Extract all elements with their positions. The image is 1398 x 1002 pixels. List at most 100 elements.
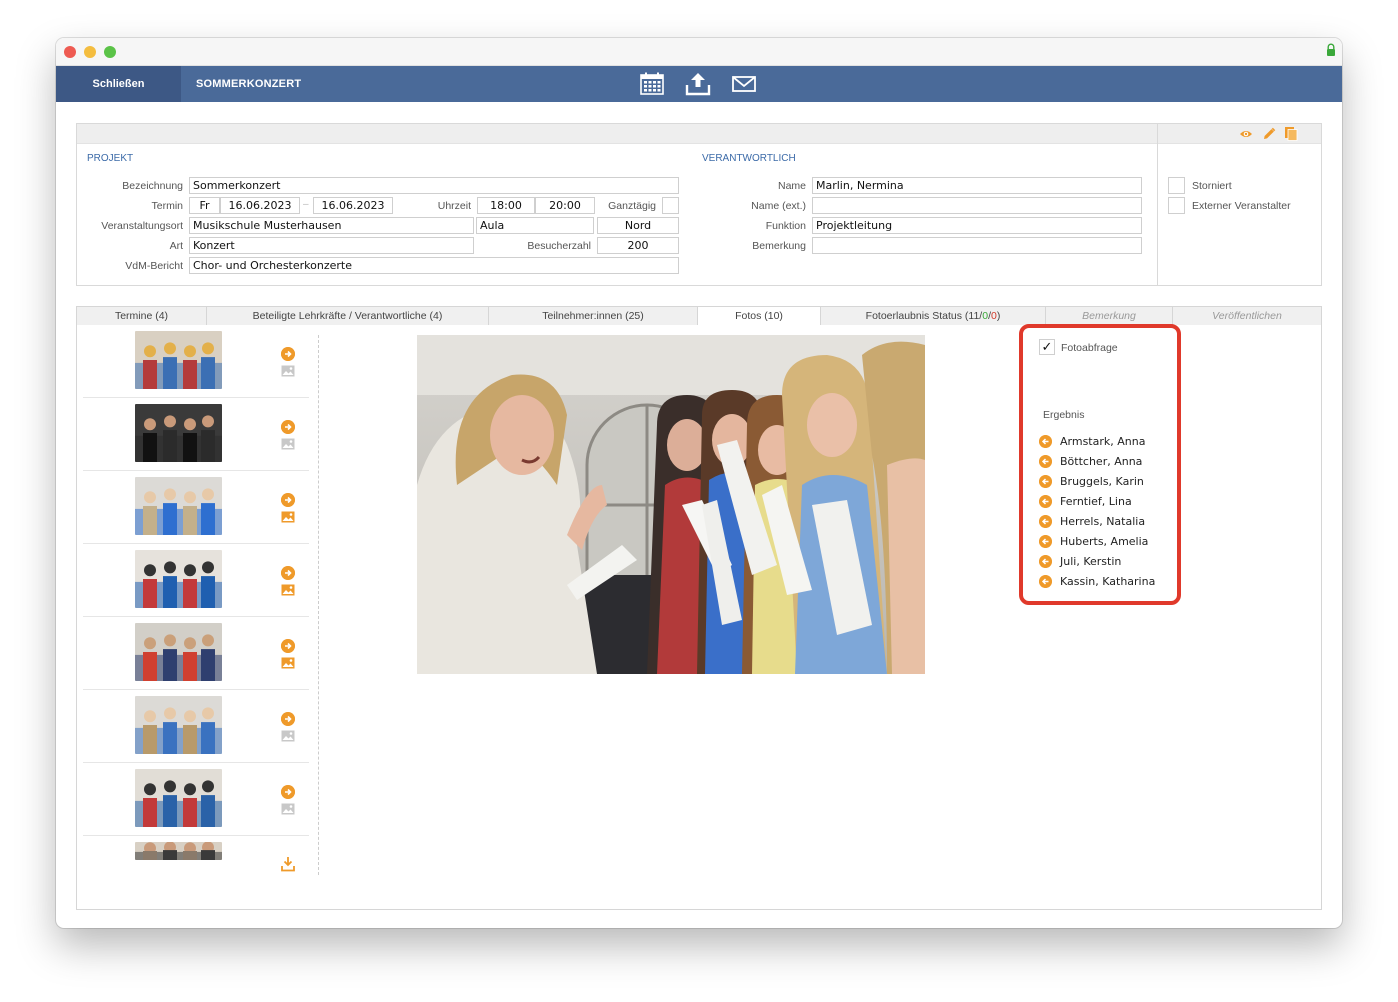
tab-bemerkung[interactable]: Bemerkung bbox=[1046, 306, 1173, 326]
bereich-field[interactable]: Nord bbox=[597, 217, 679, 234]
arrow-left-icon[interactable] bbox=[1039, 515, 1052, 528]
photo-thumbnail[interactable] bbox=[135, 550, 222, 608]
verantwortlich-section-title: VERANTWORTLICH bbox=[702, 153, 796, 164]
participant-item[interactable]: Bruggels, Karin bbox=[1039, 472, 1169, 492]
image-icon[interactable] bbox=[281, 584, 295, 596]
copy-icon[interactable] bbox=[1284, 126, 1299, 141]
ergebnis-label: Ergebnis bbox=[1043, 409, 1085, 421]
image-icon[interactable] bbox=[281, 365, 295, 377]
thumbnail-row[interactable] bbox=[83, 325, 309, 398]
thumbnail-row[interactable] bbox=[83, 398, 309, 471]
eye-icon[interactable] bbox=[1239, 127, 1253, 141]
participant-name: Huberts, Amelia bbox=[1060, 535, 1149, 548]
besucher-label: Besucherzahl bbox=[527, 240, 591, 252]
arrow-left-icon[interactable] bbox=[1039, 475, 1052, 488]
name-ext-field[interactable] bbox=[812, 197, 1142, 214]
image-icon[interactable] bbox=[281, 803, 295, 815]
storniert-checkbox[interactable] bbox=[1168, 177, 1185, 194]
zoom-window-button[interactable] bbox=[104, 46, 116, 58]
arrow-right-icon[interactable] bbox=[281, 420, 295, 434]
raum-field[interactable]: Aula bbox=[476, 217, 594, 234]
vdm-field[interactable]: Chor- und Orchesterkonzerte bbox=[189, 257, 679, 274]
photo-thumbnail[interactable] bbox=[135, 842, 222, 860]
participant-item[interactable]: Huberts, Amelia bbox=[1039, 532, 1169, 552]
uhrzeit-label: Uhrzeit bbox=[437, 200, 471, 212]
calendar-icon[interactable] bbox=[639, 72, 665, 96]
photo-thumbnail[interactable] bbox=[135, 623, 222, 681]
image-icon[interactable] bbox=[281, 438, 295, 450]
arrow-left-icon[interactable] bbox=[1039, 495, 1052, 508]
vdm-label: VdM-Bericht bbox=[125, 260, 183, 272]
close-window-button[interactable] bbox=[64, 46, 76, 58]
thumbnail-row[interactable] bbox=[83, 690, 309, 763]
name-field[interactable]: Marlin, Nermina bbox=[812, 177, 1142, 194]
image-icon[interactable] bbox=[281, 730, 295, 742]
image-icon[interactable] bbox=[281, 511, 295, 523]
art-field[interactable]: Konzert bbox=[189, 237, 474, 254]
tab-fotoerlaubnis[interactable]: Fotoerlaubnis Status (11/0/0) bbox=[821, 306, 1046, 326]
arrow-right-icon[interactable] bbox=[281, 712, 295, 726]
arrow-left-icon[interactable] bbox=[1039, 555, 1052, 568]
tab-lehrkraefte[interactable]: Beteiligte Lehrkräfte / Verantwortliche … bbox=[207, 306, 489, 326]
funktion-label: Funktion bbox=[765, 220, 806, 232]
participant-item[interactable]: Böttcher, Anna bbox=[1039, 452, 1169, 472]
participant-item[interactable]: Herrels, Natalia bbox=[1039, 512, 1169, 532]
thumbnail-row[interactable] bbox=[83, 836, 309, 909]
tab-teilnehmer[interactable]: Teilnehmer:innen (25) bbox=[489, 306, 698, 326]
tab-fotos[interactable]: Fotos (10) bbox=[698, 306, 821, 326]
bemerkung-field[interactable] bbox=[812, 237, 1142, 254]
photo-thumbnail[interactable] bbox=[135, 769, 222, 827]
arrow-right-icon[interactable] bbox=[281, 785, 295, 799]
funktion-field[interactable]: Projektleitung bbox=[812, 217, 1142, 234]
ganztaegig-label: Ganztägig bbox=[608, 200, 656, 212]
thumbnail-row[interactable] bbox=[83, 617, 309, 690]
photo-consent-panel: ✓ Fotoabfrage Ergebnis Armstark, Anna Böt… bbox=[1019, 324, 1181, 605]
arrow-right-icon[interactable] bbox=[281, 566, 295, 580]
participant-item[interactable]: Ferntief, Lina bbox=[1039, 492, 1169, 512]
time-from-field[interactable]: 18:00 bbox=[477, 197, 535, 214]
download-icon[interactable] bbox=[281, 856, 295, 872]
besucher-field[interactable]: 200 bbox=[597, 237, 679, 254]
thumbnail-divider bbox=[318, 335, 319, 875]
photo-thumbnail[interactable] bbox=[135, 477, 222, 535]
thumbnail-row[interactable] bbox=[83, 763, 309, 836]
arrow-right-icon[interactable] bbox=[281, 639, 295, 653]
toolbar: Schließen SOMMERKONZERT bbox=[56, 66, 1342, 102]
thumbnail-list[interactable] bbox=[83, 325, 313, 905]
participant-item[interactable]: Kassin, Katharina bbox=[1039, 572, 1169, 592]
upload-icon[interactable] bbox=[685, 72, 711, 96]
close-button[interactable]: Schließen bbox=[56, 66, 181, 102]
photo-thumbnail[interactable] bbox=[135, 404, 222, 462]
photo-thumbnail[interactable] bbox=[135, 696, 222, 754]
participant-name: Kassin, Katharina bbox=[1060, 575, 1156, 588]
extern-checkbox[interactable] bbox=[1168, 197, 1185, 214]
image-icon[interactable] bbox=[281, 657, 295, 669]
pencil-icon[interactable] bbox=[1262, 127, 1276, 141]
arrow-left-icon[interactable] bbox=[1039, 455, 1052, 468]
participant-item[interactable]: Armstark, Anna bbox=[1039, 432, 1169, 452]
thumbnail-row[interactable] bbox=[83, 544, 309, 617]
date-from-field[interactable]: 16.06.2023 bbox=[220, 197, 300, 214]
arrow-left-icon[interactable] bbox=[1039, 575, 1052, 588]
mail-icon[interactable] bbox=[731, 72, 757, 96]
photo-thumbnail[interactable] bbox=[135, 331, 222, 389]
tab-termine[interactable]: Termine (4) bbox=[76, 306, 207, 326]
arrow-right-icon[interactable] bbox=[281, 347, 295, 361]
participant-name: Böttcher, Anna bbox=[1060, 455, 1143, 468]
thumbnail-row[interactable] bbox=[83, 471, 309, 544]
arrow-right-icon[interactable] bbox=[281, 493, 295, 507]
date-to-field[interactable]: 16.06.2023 bbox=[313, 197, 393, 214]
arrow-left-icon[interactable] bbox=[1039, 535, 1052, 548]
minimize-window-button[interactable] bbox=[84, 46, 96, 58]
weekday-field[interactable]: Fr bbox=[189, 197, 220, 214]
art-label: Art bbox=[169, 240, 183, 252]
ort-field[interactable]: Musikschule Musterhausen bbox=[189, 217, 474, 234]
bezeichnung-field[interactable]: Sommerkonzert bbox=[189, 177, 679, 194]
lock-icon bbox=[1327, 43, 1335, 56]
tab-veroeffentlichen[interactable]: Veröffentlichen bbox=[1173, 306, 1322, 326]
arrow-left-icon[interactable] bbox=[1039, 435, 1052, 448]
fotoabfrage-checkbox[interactable]: ✓ bbox=[1039, 339, 1055, 355]
ganztaegig-checkbox[interactable] bbox=[662, 197, 679, 214]
time-to-field[interactable]: 20:00 bbox=[535, 197, 595, 214]
participant-item[interactable]: Juli, Kerstin bbox=[1039, 552, 1169, 572]
